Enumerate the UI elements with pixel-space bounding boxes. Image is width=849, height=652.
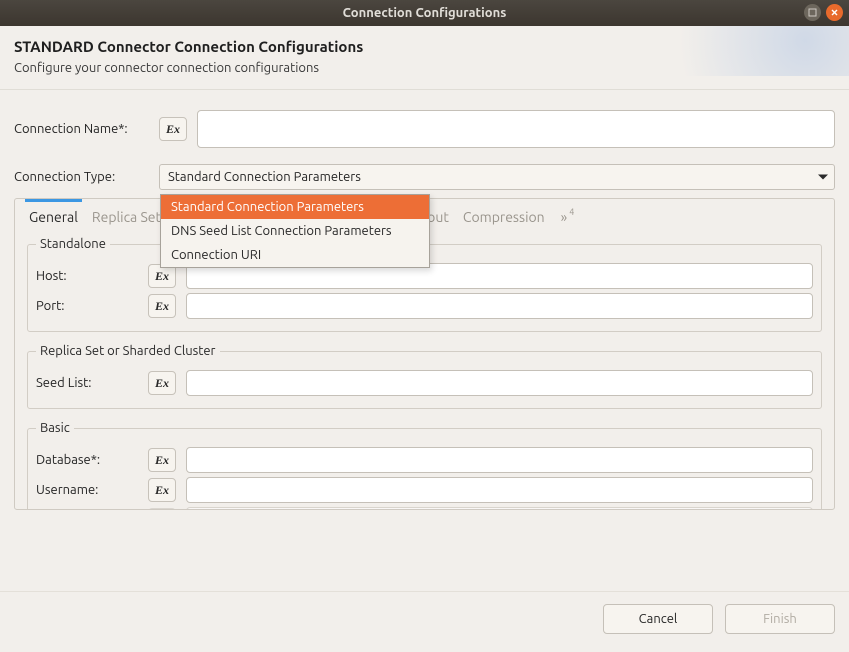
group-replica: Replica Set or Sharded Cluster Seed List… (27, 344, 822, 409)
divider (0, 591, 849, 592)
dropdown-option-dns-seed[interactable]: DNS Seed List Connection Parameters (161, 219, 429, 243)
connection-name-row: Connection Name*: Ex (14, 110, 835, 148)
connection-type-combo[interactable]: Standard Connection Parameters (159, 164, 835, 190)
password-input[interactable] (186, 507, 813, 510)
close-icon[interactable] (826, 4, 843, 21)
dialog-footer: Cancel Finish (603, 604, 835, 634)
group-replica-legend: Replica Set or Sharded Cluster (36, 344, 220, 358)
titlebar-controls (804, 4, 843, 21)
tab-replica-set[interactable]: Replica Set (92, 209, 161, 225)
seed-list-input[interactable] (186, 370, 813, 396)
dialog-header: STANDARD Connector Connection Configurat… (0, 26, 849, 100)
tab-compression[interactable]: Compression (463, 209, 545, 225)
connection-name-input[interactable] (197, 110, 835, 148)
expression-button[interactable]: Ex (148, 508, 176, 510)
tabs-overflow-button[interactable]: » 4 (561, 209, 575, 225)
expression-button[interactable]: Ex (148, 294, 176, 318)
chevron-right-icon: » (561, 209, 568, 225)
username-input[interactable] (186, 477, 813, 503)
expression-button[interactable]: Ex (148, 478, 176, 502)
expression-button[interactable]: Ex (148, 371, 176, 395)
group-basic-legend: Basic (36, 421, 74, 435)
port-label: Port: (36, 299, 148, 313)
database-row: Database*: Ex (36, 447, 813, 473)
expression-button[interactable]: Ex (148, 448, 176, 472)
form-area: Connection Name*: Ex Connection Type: St… (0, 100, 849, 190)
dialog-window: Connection Configurations STANDARD Conne… (0, 0, 849, 652)
cancel-button[interactable]: Cancel (603, 604, 713, 634)
minimize-icon[interactable] (804, 4, 821, 21)
seed-list-label: Seed List: (36, 376, 148, 390)
connection-type-dropdown: Standard Connection Parameters DNS Seed … (160, 194, 430, 268)
finish-button[interactable]: Finish (725, 604, 835, 634)
port-input[interactable] (186, 293, 813, 319)
group-standalone-legend: Standalone (36, 237, 110, 251)
connection-type-value: Standard Connection Parameters (168, 170, 361, 184)
chevron-down-icon (818, 175, 828, 180)
connection-type-row: Connection Type: Standard Connection Par… (14, 164, 835, 190)
page-title: STANDARD Connector Connection Configurat… (14, 38, 835, 55)
expression-button[interactable]: Ex (159, 117, 187, 141)
username-label: Username: (36, 483, 148, 497)
host-label: Host: (36, 269, 148, 283)
window-title: Connection Configurations (343, 6, 507, 20)
password-row: Password: Ex (36, 507, 813, 510)
seed-list-row: Seed List: Ex (36, 370, 813, 396)
database-input[interactable] (186, 447, 813, 473)
port-row: Port: Ex (36, 293, 813, 319)
divider (0, 89, 849, 90)
connection-name-label: Connection Name*: (14, 122, 159, 136)
tab-general[interactable]: General (29, 209, 78, 225)
titlebar: Connection Configurations (0, 0, 849, 26)
group-basic: Basic Database*: Ex Username: Ex Passwor… (27, 421, 822, 510)
database-label: Database*: (36, 453, 148, 467)
connection-type-label: Connection Type: (14, 170, 159, 184)
page-subtitle: Configure your connector connection conf… (14, 61, 835, 75)
dropdown-option-uri[interactable]: Connection URI (161, 243, 429, 267)
dropdown-option-standard[interactable]: Standard Connection Parameters (161, 195, 429, 219)
username-row: Username: Ex (36, 477, 813, 503)
